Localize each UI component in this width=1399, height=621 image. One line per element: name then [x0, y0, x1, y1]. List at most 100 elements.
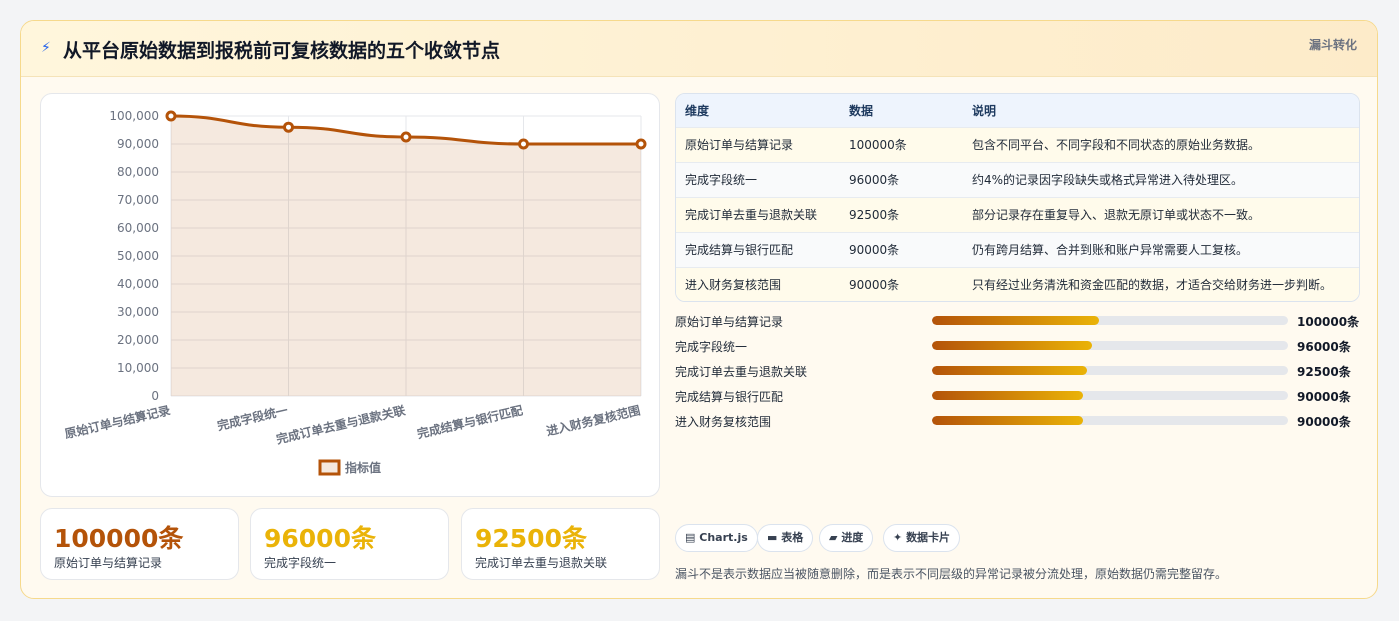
stat-label: 完成字段统一 [264, 556, 337, 570]
table-cell: 完成结算与银行匹配 [685, 243, 794, 257]
progress-track [932, 366, 1288, 375]
progress-label: 完成结算与银行匹配 [675, 390, 784, 404]
progress-track [932, 341, 1288, 350]
table-row: 原始订单与结算记录 100000条 包含不同平台、不同字段和不同状态的原始业务数… [676, 127, 1359, 162]
progress-row: 原始订单与结算记录 100000条 [675, 311, 1365, 336]
y-tick-label: 20,000 [117, 333, 159, 347]
table-cell: 约4%的记录因字段缺失或格式异常进入待处理区。 [972, 173, 1244, 187]
legend-swatch [318, 459, 341, 476]
y-tick-label: 40,000 [117, 277, 159, 291]
chip-chartjs[interactable]: ▤ Chart.js [675, 524, 758, 552]
table-icon: ▬ [767, 531, 778, 544]
x-tick-label: 原始订单与结算记录 [63, 402, 172, 441]
x-tick-label: 完成结算与银行匹配 [416, 402, 525, 441]
data-point [283, 121, 294, 133]
series-area [171, 116, 641, 396]
card-icon: ✦ [893, 531, 903, 544]
x-tick-label: 完成订单去重与退款关联 [275, 402, 407, 446]
progress-value: 90000条 [1297, 415, 1351, 429]
table-cell: 90000条 [849, 243, 900, 257]
stat-value: 100000条 [54, 524, 184, 553]
stat-value: 96000条 [264, 524, 376, 553]
progress-fill [932, 416, 1084, 425]
stat-value: 92500条 [475, 524, 587, 553]
progress-value: 96000条 [1297, 340, 1351, 354]
chip-label: 表格 [781, 531, 804, 544]
x-tick-label: 进入财务复核范围 [545, 402, 642, 438]
table-cell: 90000条 [849, 278, 900, 293]
chart-svg: 100,000 90,000 80,000 70,000 60,000 50,000 40,… [63, 109, 647, 476]
progress-track [932, 416, 1288, 425]
data-point [400, 131, 412, 143]
card-header: ⚡ 从平台原始数据到报税前可复核数据的五个收敛节点 漏斗转化 [21, 21, 1377, 77]
progress-label: 进入财务复核范围 [675, 415, 772, 429]
funnel-chart: 100,000 90,000 80,000 70,000 60,000 50,000 40,… [40, 93, 660, 497]
progress-row: 进入财务复核范围 90000条 [675, 411, 1365, 436]
y-tick-label: 90,000 [117, 137, 159, 151]
progress-track [932, 391, 1288, 400]
progress-label: 完成字段统一 [675, 340, 748, 354]
table-cell: 100000条 [849, 138, 907, 152]
table-cell: 包含不同平台、不同字段和不同状态的原始业务数据。 [972, 138, 1261, 152]
card-tag: 漏斗转化 [1308, 38, 1357, 52]
stat-card: 96000条 完成字段统一 [250, 508, 449, 580]
progress-label: 完成订单去重与退款关联 [675, 365, 808, 379]
progress-fill [932, 341, 1093, 350]
chart-icon: ▤ [685, 531, 696, 544]
stat-cards: 100000条 原始订单与结算记录 96000条 完成字段统一 92500条 完… [40, 508, 660, 580]
progress-row: 完成结算与银行匹配 90000条 [675, 386, 1365, 411]
chip-progress[interactable]: ▰ 进度 [819, 524, 874, 552]
chip-datacard[interactable]: ✦ 数据卡片 [883, 524, 961, 552]
y-tick-label: 70,000 [117, 193, 159, 207]
chip-label: 数据卡片 [906, 531, 951, 544]
y-tick-label: 50,000 [117, 249, 159, 263]
card-title: 从平台原始数据到报税前可复核数据的五个收敛节点 [63, 40, 501, 62]
data-point [635, 138, 647, 150]
progress-label: 原始订单与结算记录 [675, 315, 784, 329]
progress-icon: ▰ [829, 531, 838, 544]
table-cell: 进入财务复核范围 [685, 278, 782, 293]
column-header: 数据 [849, 103, 874, 118]
column-header: 说明 [972, 103, 997, 118]
footnote: 漏斗不是表示数据应当被随意删除，而是表示不同层级的异常记录被分流处理，原始数据仍… [675, 567, 1228, 581]
table-cell: 只有经过业务清洗和资金匹配的数据，才适合交给财务进一步判断。 [972, 278, 1333, 293]
table-cell: 92500条 [849, 208, 900, 222]
bolt-icon: ⚡ [41, 40, 51, 56]
progress-row: 完成订单去重与退款关联 92500条 [675, 361, 1365, 386]
legend-label: 指标值 [345, 460, 381, 475]
table-cell: 96000条 [849, 173, 900, 187]
column-header: 维度 [685, 103, 710, 118]
table-cell: 原始订单与结算记录 [685, 138, 794, 152]
chip-label: Chart.js [699, 531, 748, 544]
progress-list: 原始订单与结算记录 100000条 完成字段统一 96000条 完成订单去重与退… [675, 311, 1365, 436]
table-row: 完成字段统一 96000条 约4%的记录因字段缺失或格式异常进入待处理区。 [676, 162, 1359, 197]
table-row: 完成订单去重与退款关联 92500条 部分记录存在重复导入、退款无原订单或状态不… [676, 197, 1359, 232]
progress-value: 90000条 [1297, 390, 1351, 404]
progress-fill [932, 316, 1100, 325]
table-cell: 仍有跨月结算、合并到账和账户异常需要人工复核。 [972, 243, 1249, 257]
progress-fill [932, 366, 1087, 375]
funnel-card: ⚡ 从平台原始数据到报税前可复核数据的五个收敛节点 漏斗转化 100,000 90… [20, 20, 1378, 599]
stat-card: 92500条 完成订单去重与退款关联 [461, 508, 660, 580]
table-cell: 完成订单去重与退款关联 [685, 208, 818, 222]
table-cell: 部分记录存在重复导入、退款无原订单或状态不一致。 [972, 208, 1261, 222]
table-header-row: 维度 数据 说明 [676, 94, 1359, 127]
data-table: 维度 数据 说明 原始订单与结算记录 100000条 包含不同平台、不同字段和不… [675, 93, 1360, 302]
table-cell: 完成字段统一 [685, 173, 758, 187]
data-point [165, 110, 177, 122]
x-tick-label: 完成字段统一 [216, 402, 290, 433]
data-point [518, 138, 529, 150]
y-tick-label: 10,000 [117, 361, 159, 375]
y-tick-label: 30,000 [117, 305, 159, 319]
chip-label: 进度 [841, 531, 864, 544]
y-tick-label: 80,000 [117, 165, 159, 179]
stat-label: 原始订单与结算记录 [54, 556, 163, 570]
progress-track [932, 316, 1288, 325]
y-tick-label: 60,000 [117, 221, 159, 235]
y-tick-label: 0 [151, 389, 159, 403]
table-row: 完成结算与银行匹配 90000条 仍有跨月结算、合并到账和账户异常需要人工复核。 [676, 232, 1359, 267]
chip-table[interactable]: ▬ 表格 [757, 524, 814, 552]
progress-value: 92500条 [1297, 365, 1351, 379]
progress-row: 完成字段统一 96000条 [675, 336, 1365, 361]
y-tick-label: 100,000 [109, 109, 159, 123]
